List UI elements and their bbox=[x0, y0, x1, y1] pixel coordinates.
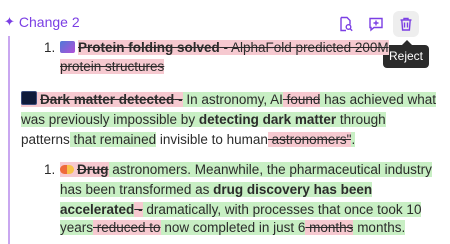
paragraph-line: was previously impossible by detecting d… bbox=[21, 112, 386, 127]
comment-add-icon bbox=[369, 17, 383, 32]
dna-emoji bbox=[60, 41, 75, 53]
deleted-heading: Protein folding solved bbox=[78, 40, 220, 55]
list-item-line: years reduced to now completed in just 6… bbox=[60, 220, 406, 235]
list-item-line: Drug astronomers. Meanwhile, the pharmac… bbox=[60, 159, 432, 181]
change-title: Change 2 bbox=[18, 14, 80, 30]
change-toolbar bbox=[333, 11, 419, 37]
list-item-line: protein structures bbox=[60, 56, 165, 78]
sparkle-icon: ✦ bbox=[4, 14, 15, 29]
trash-icon bbox=[400, 17, 412, 31]
search-document-icon bbox=[340, 16, 353, 32]
deleted-text: - AlphaFold predicted 200M bbox=[219, 40, 389, 55]
comment-button[interactable] bbox=[363, 11, 389, 37]
review-button[interactable] bbox=[333, 11, 359, 37]
list-number: 1. bbox=[44, 162, 56, 177]
list-number: 1. bbox=[44, 40, 56, 55]
reject-button[interactable] bbox=[393, 11, 419, 37]
inserted-text: In astronomy, AI bbox=[182, 92, 283, 107]
space-emoji bbox=[21, 91, 37, 105]
paragraph-line: Dark matter detected - In astronomy, AI … bbox=[21, 89, 436, 111]
deleted-heading: Dark matter detected bbox=[40, 92, 175, 107]
change-header: ✦ Change 2 bbox=[4, 14, 80, 30]
pill-emoji bbox=[60, 165, 74, 174]
deleted-text: found bbox=[282, 92, 321, 107]
deleted-heading: Drug bbox=[77, 162, 109, 177]
change-rail bbox=[8, 36, 10, 244]
list-item-line: has been transformed as drug discovery h… bbox=[60, 182, 373, 197]
paragraph-line: patterns that remained invisible to huma… bbox=[21, 132, 356, 147]
deleted-text: protein structures bbox=[60, 59, 165, 74]
inserted-text: has achieved what bbox=[320, 92, 436, 107]
